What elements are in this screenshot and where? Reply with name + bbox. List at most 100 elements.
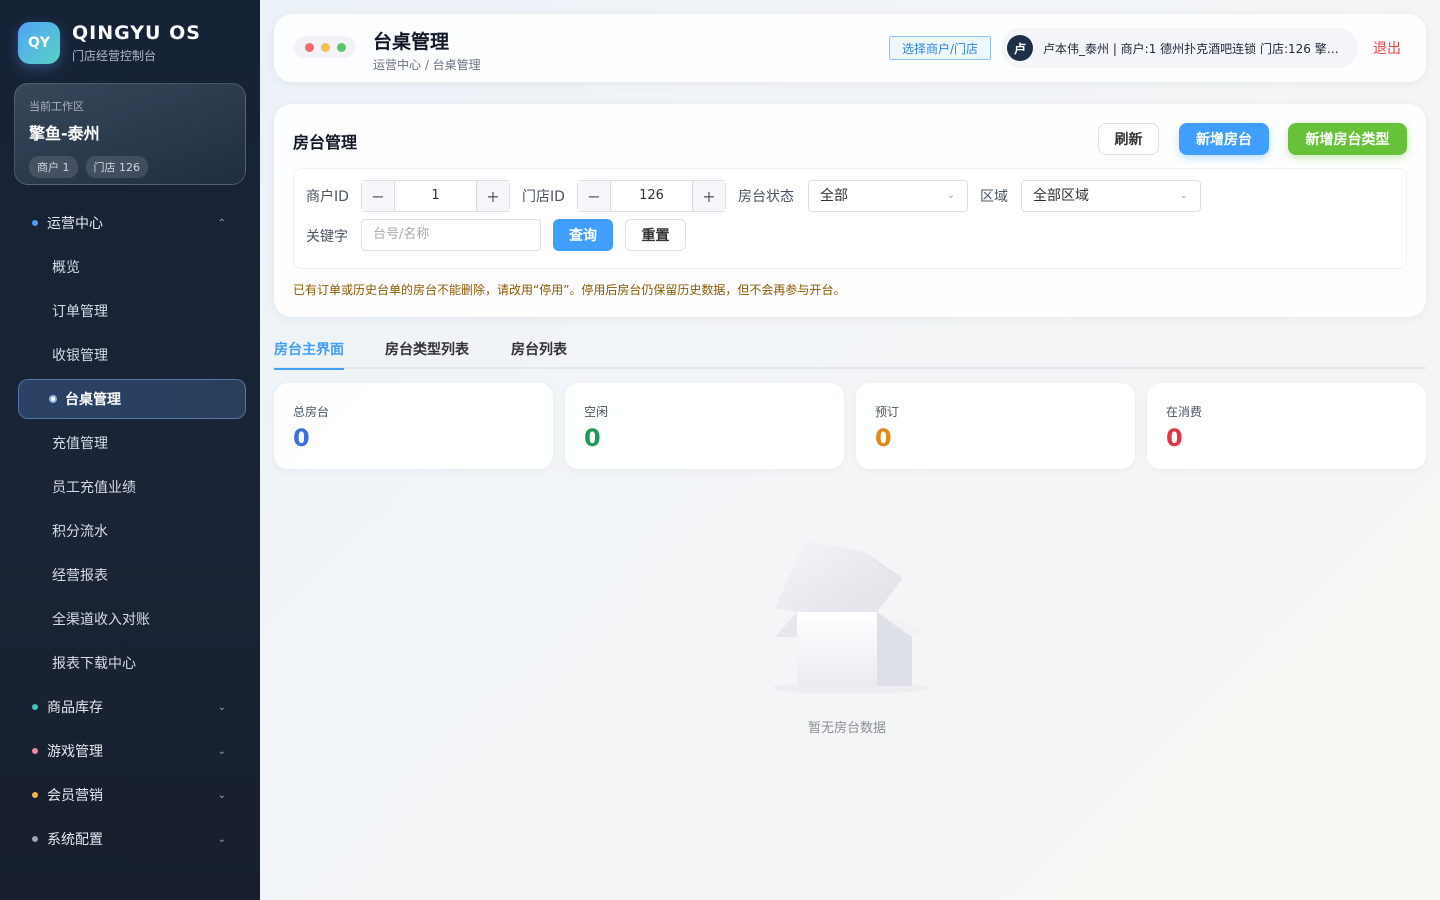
tab-type-list[interactable]: 房台类型列表 <box>385 339 469 369</box>
brand-title: QINGYU OS <box>72 22 201 44</box>
area-select[interactable]: 全部区域 ⌄ <box>1021 180 1201 212</box>
group-dot <box>32 836 38 842</box>
brand-logo: QY <box>18 22 60 64</box>
store-id-value[interactable]: 126 <box>610 181 693 211</box>
plus-icon[interactable]: + <box>693 181 725 211</box>
sidebar-item-points[interactable]: 积分流水 <box>0 509 260 553</box>
logout-link[interactable]: 退出 <box>1373 38 1401 58</box>
minimize-dot-icon <box>320 42 330 52</box>
group-dot <box>32 220 38 226</box>
brand-subtitle: 门店经营控制台 <box>72 49 157 63</box>
sidebar-item-reconcile[interactable]: 全渠道收入对账 <box>0 597 260 641</box>
nav-group-inventory[interactable]: 商品库存 ⌄ <box>0 685 260 729</box>
workspace-tag-store: 门店 126 <box>85 156 148 178</box>
area-label: 区域 <box>980 189 1008 205</box>
filter-form: 商户ID − 1 + 门店ID − 126 + 房台状态 全部 ⌄ 区域 全部区… <box>293 168 1407 269</box>
table-management-panel: 房台管理 刷新 新增房台 新增房台类型 商户ID − 1 + 门店ID − 12… <box>274 104 1426 317</box>
select-merchant-store-button[interactable]: 选择商户/门店 <box>889 36 991 60</box>
stat-value: 0 <box>875 424 892 452</box>
chevron-down-icon: ⌄ <box>946 190 955 201</box>
notice-text: 已有订单或历史台单的房台不能删除，请改用“停用”。停用后房台仍保留历史数据，但不… <box>293 283 846 297</box>
refresh-button[interactable]: 刷新 <box>1098 123 1159 155</box>
minus-icon[interactable]: − <box>578 181 610 211</box>
nav-group-label: 游戏管理 <box>47 744 103 760</box>
merchant-id-label: 商户ID <box>306 189 349 205</box>
add-table-type-button[interactable]: 新增房台类型 <box>1288 123 1407 155</box>
nav-group-games[interactable]: 游戏管理 ⌄ <box>0 729 260 773</box>
group-dot <box>32 748 38 754</box>
active-indicator-icon <box>49 395 57 403</box>
sidebar-item-staff-recharge[interactable]: 员工充值业绩 <box>0 465 260 509</box>
minus-icon[interactable]: − <box>362 181 394 211</box>
chevron-down-icon: ⌄ <box>1179 190 1188 201</box>
stat-label: 总房台 <box>293 405 330 419</box>
close-dot-icon <box>304 42 314 52</box>
stat-value: 0 <box>1166 424 1183 452</box>
merchant-id-value[interactable]: 1 <box>394 181 477 211</box>
query-button[interactable]: 查询 <box>553 219 613 251</box>
stat-label: 预订 <box>875 405 900 419</box>
brand: QY QINGYU OS 门店经营控制台 <box>18 22 201 64</box>
user-info-text: 卢本伟_泰州 | 商户:1 德州扑克酒吧连锁 门店:126 擎鱼-泰州 <box>1043 41 1343 56</box>
keyword-label: 关键字 <box>306 229 348 245</box>
top-header: 台桌管理 运营中心 / 台桌管理 选择商户/门店 卢 卢本伟_泰州 | 商户:1… <box>274 14 1426 82</box>
store-id-stepper[interactable]: − 126 + <box>577 180 726 212</box>
stat-card-reserved: 预订 0 <box>856 383 1135 469</box>
empty-box-icon <box>772 540 928 694</box>
keyword-input[interactable]: 台号/名称 <box>361 219 541 251</box>
workspace-tag-merchant: 商户 1 <box>29 156 78 178</box>
workspace-card[interactable]: 当前工作区 擎鱼-泰州 商户 1 门店 126 <box>14 83 246 185</box>
tab-table-list[interactable]: 房台列表 <box>511 339 567 369</box>
sidebar-item-reports[interactable]: 经营报表 <box>0 553 260 597</box>
window-controls <box>294 36 356 58</box>
sidebar-item-overview[interactable]: 概览 <box>0 245 260 289</box>
sidebar-nav: 运营中心 ⌃ 概览 订单管理 收银管理 台桌管理 充值管理 员工充值业绩 积分流… <box>0 201 260 861</box>
maximize-dot-icon <box>336 42 346 52</box>
tabs: 房台主界面 房台类型列表 房台列表 <box>274 339 1426 370</box>
nav-group-system[interactable]: 系统配置 ⌄ <box>0 817 260 861</box>
sidebar-item-tables[interactable]: 台桌管理 <box>18 379 246 419</box>
stat-card-total: 总房台 0 <box>274 383 553 469</box>
nav-group-label: 系统配置 <box>47 832 103 848</box>
workspace-name: 擎鱼-泰州 <box>29 124 100 143</box>
sidebar-item-recharge[interactable]: 充值管理 <box>0 421 260 465</box>
plus-icon[interactable]: + <box>477 181 509 211</box>
add-table-button[interactable]: 新增房台 <box>1179 123 1269 155</box>
merchant-id-stepper[interactable]: − 1 + <box>361 180 510 212</box>
workspace-label: 当前工作区 <box>29 100 84 113</box>
panel-title: 房台管理 <box>293 133 358 152</box>
stat-label: 在消费 <box>1166 405 1203 419</box>
sidebar: QY QINGYU OS 门店经营控制台 当前工作区 擎鱼-泰州 商户 1 门店… <box>0 0 260 900</box>
sidebar-item-label: 台桌管理 <box>65 392 121 408</box>
stat-card-idle: 空闲 0 <box>565 383 844 469</box>
status-value: 全部 <box>820 188 848 204</box>
breadcrumb: 运营中心 / 台桌管理 <box>373 58 481 72</box>
avatar: 卢 <box>1007 35 1033 61</box>
stat-card-in-use: 在消费 0 <box>1147 383 1426 469</box>
reset-button[interactable]: 重置 <box>625 219 686 251</box>
sidebar-item-cashier[interactable]: 收银管理 <box>0 333 260 377</box>
user-info[interactable]: 卢 卢本伟_泰州 | 商户:1 德州扑克酒吧连锁 门店:126 擎鱼-泰州 <box>1001 28 1358 68</box>
sidebar-item-downloads[interactable]: 报表下载中心 <box>0 641 260 685</box>
chevron-down-icon: ⌄ <box>217 789 226 801</box>
tab-main[interactable]: 房台主界面 <box>274 339 344 370</box>
nav-group-label: 商品库存 <box>47 700 103 716</box>
group-dot <box>32 704 38 710</box>
stat-value: 0 <box>584 424 601 452</box>
status-select[interactable]: 全部 ⌄ <box>808 180 968 212</box>
empty-state-caption: 暂无房台数据 <box>808 721 887 736</box>
chevron-up-icon: ⌃ <box>217 217 226 229</box>
page-title: 台桌管理 <box>373 31 450 53</box>
nav-group-members[interactable]: 会员营销 ⌄ <box>0 773 260 817</box>
status-label: 房台状态 <box>738 189 794 205</box>
chevron-down-icon: ⌄ <box>217 701 226 713</box>
sidebar-item-orders[interactable]: 订单管理 <box>0 289 260 333</box>
nav-group-label: 会员营销 <box>47 788 103 804</box>
group-dot <box>32 792 38 798</box>
nav-group-label: 运营中心 <box>47 216 103 232</box>
area-value: 全部区域 <box>1033 188 1089 204</box>
chevron-down-icon: ⌄ <box>217 833 226 845</box>
nav-group-ops[interactable]: 运营中心 ⌃ <box>0 201 260 245</box>
stat-value: 0 <box>293 424 310 452</box>
stat-label: 空闲 <box>584 405 609 419</box>
